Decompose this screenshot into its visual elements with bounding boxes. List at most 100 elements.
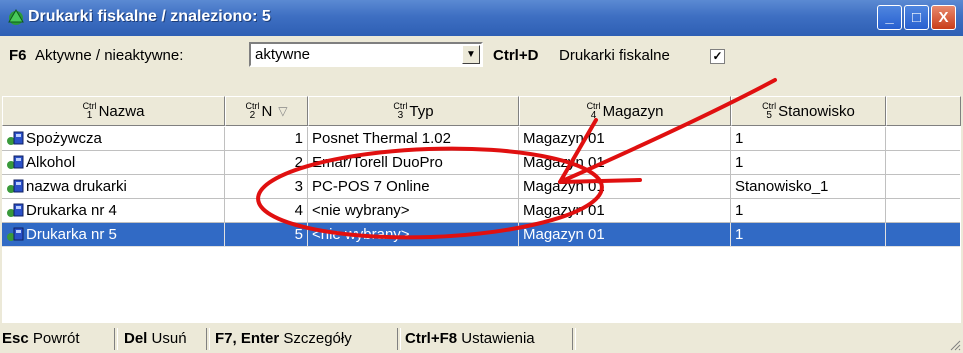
- minimize-button[interactable]: _: [877, 5, 902, 30]
- status-ctrl-f8[interactable]: Ctrl+F8 Ustawienia: [405, 330, 535, 347]
- cell-stanowisko[interactable]: 1: [731, 151, 886, 175]
- active-filter-value: aktywne: [255, 46, 311, 63]
- status-esc[interactable]: Esc Powrót: [2, 330, 80, 347]
- cell-stanowisko[interactable]: Stanowisko_1: [731, 175, 886, 199]
- cell-text: 1: [735, 154, 744, 171]
- cell-text: Alkohol: [26, 154, 76, 171]
- cell-stanowisko[interactable]: 1: [731, 223, 886, 247]
- cell-text: Magazyn 01: [523, 202, 605, 219]
- window: Drukarki fiskalne / znaleziono: 5 _ □ X …: [0, 0, 963, 353]
- active-filter-label: Aktywne / nieaktywne:: [35, 47, 184, 64]
- cell-text: Drukarka nr 4: [26, 202, 117, 219]
- cell-typ[interactable]: PC-POS 7 Online: [308, 175, 519, 199]
- printer-icon: [7, 227, 24, 241]
- cell-name[interactable]: nazwa drukarki: [2, 175, 225, 199]
- cell-filler: [886, 175, 960, 199]
- maximize-icon: □: [911, 9, 922, 26]
- cell-name[interactable]: Spożywcza: [2, 127, 225, 151]
- cell-n[interactable]: 2: [225, 151, 308, 175]
- table-row[interactable]: Drukarka nr 4 4 <nie wybrany> Magazyn 01 1: [2, 199, 960, 223]
- ctrl-key-number: 1: [86, 110, 93, 121]
- status-f7-enter[interactable]: F7, Enter Szczegóły: [215, 330, 352, 347]
- ctrl-key-number: 4: [590, 110, 597, 121]
- printer-icon: [7, 203, 24, 217]
- filter-toolbar: F6 Aktywne / nieaktywne: aktywne ▼ Ctrl+…: [0, 36, 963, 74]
- maximize-button[interactable]: □: [904, 5, 929, 30]
- cell-text: Magazyn 01: [523, 178, 605, 195]
- column-header-n[interactable]: Ctrl 2 N ▽: [225, 96, 308, 126]
- cell-text: Magazyn 01: [523, 226, 605, 243]
- printer-icon: [7, 131, 24, 145]
- cell-n[interactable]: 1: [225, 127, 308, 151]
- printer-icon: [7, 155, 24, 169]
- column-header-typ[interactable]: Ctrl 3 Typ: [308, 96, 519, 126]
- cell-text: 1: [735, 202, 744, 219]
- cell-text: Magazyn 01: [523, 154, 605, 171]
- cell-magazyn[interactable]: Magazyn 01: [519, 223, 731, 247]
- cell-text: <nie wybrany>: [312, 202, 410, 219]
- printer-icon: [7, 179, 24, 193]
- ctrl-key-number: 2: [249, 110, 256, 121]
- cell-text: Posnet Thermal 1.02: [312, 130, 451, 147]
- cell-typ[interactable]: Posnet Thermal 1.02: [308, 127, 519, 151]
- ctrl-key-number: 5: [766, 110, 772, 121]
- cell-name[interactable]: Alkohol: [2, 151, 225, 175]
- ctrl-d-shortcut: Ctrl+D: [493, 47, 539, 64]
- active-filter-select[interactable]: aktywne ▼: [249, 42, 483, 67]
- minimize-icon: _: [885, 9, 894, 26]
- cell-name[interactable]: Drukarka nr 5: [2, 223, 225, 247]
- resize-grip-icon[interactable]: [949, 339, 961, 351]
- cell-name[interactable]: Drukarka nr 4: [2, 199, 225, 223]
- fiscal-printers-checkbox[interactable]: ✓: [710, 49, 725, 64]
- column-header-magazyn[interactable]: Ctrl 4 Magazyn: [519, 96, 731, 126]
- chevron-down-icon[interactable]: ▼: [462, 45, 480, 64]
- cell-text: Spożywcza: [26, 130, 102, 147]
- column-label: Nazwa: [98, 102, 145, 120]
- table-row[interactable]: Spożywcza 1 Posnet Thermal 1.02 Magazyn 01 1: [2, 127, 960, 151]
- cell-text: nazwa drukarki: [26, 178, 127, 195]
- cell-n[interactable]: 4: [225, 199, 308, 223]
- cell-text: Drukarka nr 5: [26, 226, 117, 243]
- cell-text: <nie wybrany>: [312, 226, 410, 243]
- status-divider: [206, 328, 210, 350]
- cell-text: PC-POS 7 Online: [312, 178, 430, 195]
- column-label: Stanowisko: [778, 102, 855, 120]
- cell-stanowisko[interactable]: 1: [731, 127, 886, 151]
- cell-magazyn[interactable]: Magazyn 01: [519, 151, 731, 175]
- table-row[interactable]: nazwa drukarki 3 PC-POS 7 Online Magazyn 01…: [2, 175, 960, 199]
- status-divider: [397, 328, 401, 350]
- table-row[interactable]: Alkohol 2 Emar/Torell DuoPro Magazyn 01 1: [2, 151, 960, 175]
- cell-magazyn[interactable]: Magazyn 01: [519, 127, 731, 151]
- column-header-stanowisko[interactable]: Ctrl 5 Stanowisko: [731, 96, 886, 126]
- cell-typ[interactable]: <nie wybrany>: [308, 199, 519, 223]
- status-del[interactable]: Del Usuń: [124, 330, 187, 347]
- table-row[interactable]: Drukarka nr 5 5 <nie wybrany> Magazyn 01 1: [2, 223, 960, 247]
- cell-text: Emar/Torell DuoPro: [312, 154, 443, 171]
- cell-typ[interactable]: <nie wybrany>: [308, 223, 519, 247]
- ctrl-key-number: 3: [397, 110, 404, 121]
- title-bar[interactable]: Drukarki fiskalne / znaleziono: 5 _ □ X: [0, 0, 963, 36]
- fiscal-printers-label: Drukarki fiskalne: [559, 47, 670, 64]
- app-logo-icon: [8, 9, 24, 25]
- column-header-filler: [886, 96, 961, 126]
- cell-filler: [886, 199, 960, 223]
- cell-magazyn[interactable]: Magazyn 01: [519, 199, 731, 223]
- cell-magazyn[interactable]: Magazyn 01: [519, 175, 731, 199]
- cell-stanowisko[interactable]: 1: [731, 199, 886, 223]
- column-header-nazwa[interactable]: Ctrl 1 Nazwa: [2, 96, 225, 126]
- status-bar: Esc Powrót Del Usuń F7, Enter Szczegóły …: [0, 325, 963, 353]
- cell-text: 2: [294, 154, 303, 171]
- cell-text: 1: [735, 226, 744, 243]
- close-button[interactable]: X: [931, 5, 956, 30]
- cell-text: 5: [294, 226, 303, 243]
- cell-text: 4: [294, 202, 303, 219]
- column-label: Magazyn: [602, 102, 664, 120]
- cell-n[interactable]: 3: [225, 175, 308, 199]
- cell-typ[interactable]: Emar/Torell DuoPro: [308, 151, 519, 175]
- column-label: Typ: [409, 102, 434, 120]
- cell-text: 3: [294, 178, 303, 195]
- cell-text: Magazyn 01: [523, 130, 605, 147]
- sort-descending-icon: ▽: [278, 104, 288, 118]
- cell-n[interactable]: 5: [225, 223, 308, 247]
- cell-filler: [886, 127, 960, 151]
